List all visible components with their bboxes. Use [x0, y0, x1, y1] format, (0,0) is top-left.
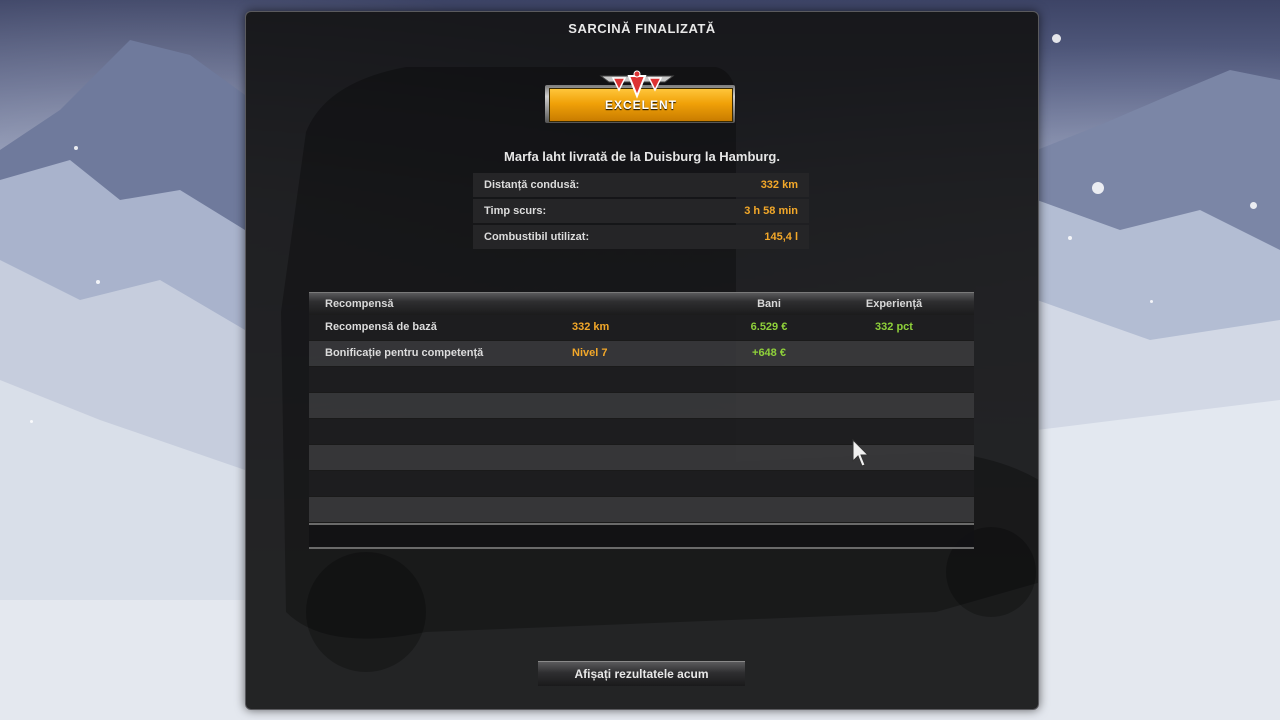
stat-distance: Distanță condusă: 332 km — [473, 173, 809, 197]
table-row: Bonificație pentru competență Nivel 7 +6… — [309, 341, 974, 367]
stat-time: Timp scurs: 3 h 58 min — [473, 199, 809, 223]
reward-name: Bonificație pentru competență — [325, 347, 484, 359]
stat-label: Timp scurs: — [484, 205, 547, 217]
snowflake — [96, 280, 100, 284]
stat-fuel: Combustibil utilizat: 145,4 l — [473, 225, 809, 249]
stat-label: Distanță condusă: — [484, 179, 580, 191]
snowflake — [1068, 236, 1072, 240]
empty-row — [309, 367, 974, 393]
stat-value: 3 h 58 min — [744, 205, 798, 217]
snowflake — [30, 420, 33, 423]
panel-title: SARCINĂ FINALIZATĂ — [568, 21, 716, 36]
rewards-footer — [309, 523, 974, 549]
header-money: Bani — [757, 298, 781, 310]
empty-row — [309, 497, 974, 523]
reward-money: 6.529 € — [750, 321, 788, 333]
empty-row — [309, 419, 974, 445]
snowflake — [74, 146, 78, 150]
rewards-table: Recompensă Bani Experiență Recompensă de… — [309, 292, 974, 549]
snowflake — [1092, 182, 1104, 194]
reward-money: +648 € — [752, 347, 786, 359]
reward-detail: 332 km — [572, 321, 610, 333]
job-complete-panel: SARCINĂ FINALIZATĂ EXCELENT Marfa laht l… — [245, 11, 1039, 710]
trip-stats: Distanță condusă: 332 km Timp scurs: 3 h… — [473, 173, 809, 251]
delivery-summary: Marfa laht livrată de la Duisburg la Ham… — [504, 149, 780, 164]
stat-label: Combustibil utilizat: — [484, 231, 590, 243]
mouse-cursor-icon — [852, 439, 870, 467]
stat-value: 332 km — [760, 179, 798, 191]
triangle-emblem-icon — [599, 70, 675, 99]
reward-xp: 332 pct — [875, 321, 913, 333]
reward-name: Recompensă de bază — [325, 321, 437, 333]
snowflake — [1150, 300, 1153, 303]
empty-row — [309, 445, 974, 471]
header-xp: Experiență — [865, 298, 923, 310]
reward-detail: Nivel 7 — [572, 347, 608, 359]
snowflake — [1250, 202, 1257, 209]
stat-value: 145,4 l — [764, 231, 798, 243]
rewards-header: Recompensă Bani Experiență — [309, 292, 974, 315]
show-results-button[interactable]: Afișați rezultatele acum — [538, 661, 745, 686]
snowflake — [1052, 34, 1061, 43]
header-reward: Recompensă — [325, 298, 394, 310]
table-row: Recompensă de bază 332 km 6.529 € 332 pc… — [309, 315, 974, 341]
empty-row — [309, 471, 974, 497]
empty-row — [309, 393, 974, 419]
rating-badge: EXCELENT — [543, 68, 739, 134]
